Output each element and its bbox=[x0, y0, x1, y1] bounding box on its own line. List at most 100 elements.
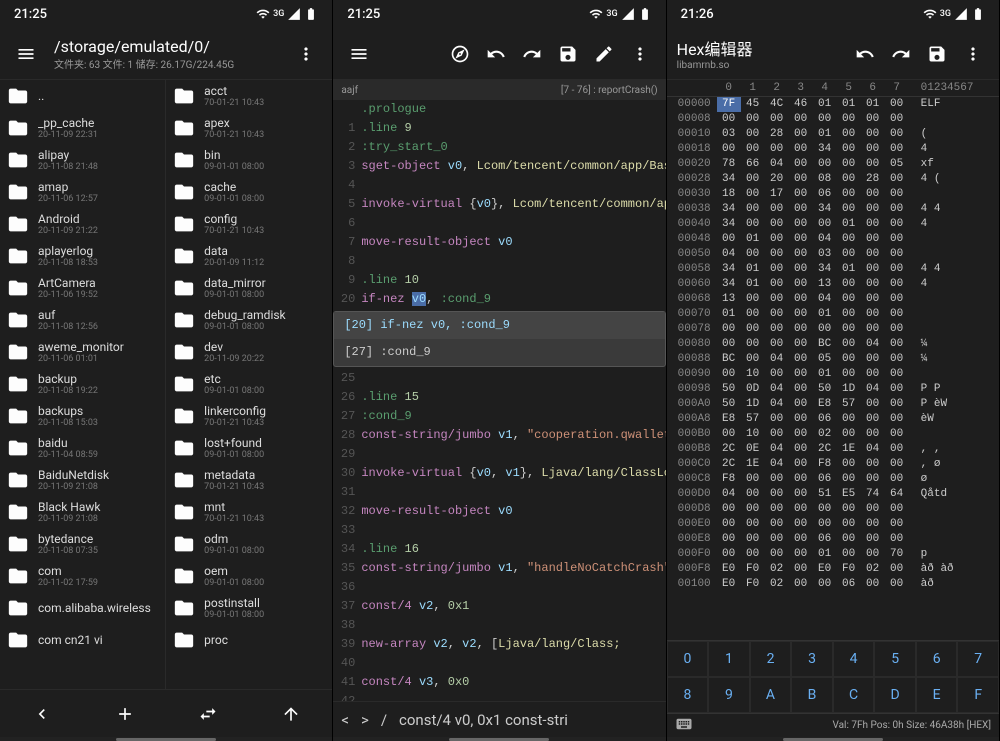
hex-ascii[interactable]: ELF bbox=[921, 97, 981, 112]
hex-byte[interactable]: 00 bbox=[789, 142, 813, 157]
hex-byte[interactable]: 00 bbox=[741, 337, 765, 352]
completion-item[interactable]: [27] :cond_9 bbox=[334, 339, 664, 366]
hex-ascii[interactable]: àð àð bbox=[921, 562, 981, 577]
hex-byte[interactable]: 00 bbox=[741, 112, 765, 127]
hex-row[interactable]: 000F8E0F00200E0F00200àð àð bbox=[667, 562, 999, 577]
hex-byte[interactable]: 34 bbox=[717, 172, 741, 187]
hex-key-D[interactable]: D bbox=[874, 677, 916, 713]
hex-body[interactable]: 000007F454C4601010100 ELF000080000000000… bbox=[667, 97, 999, 640]
hex-byte[interactable]: 00 bbox=[813, 112, 837, 127]
hex-row[interactable]: 000180000000034000000 4 bbox=[667, 142, 999, 157]
hex-ascii[interactable]: , ø bbox=[921, 457, 981, 472]
file-item[interactable]: com20-11-02 17:59 bbox=[0, 560, 165, 592]
hex-byte[interactable]: 01 bbox=[813, 367, 837, 382]
hex-ascii[interactable]: ø bbox=[921, 472, 981, 487]
hex-byte[interactable]: 17 bbox=[765, 187, 789, 202]
code-line[interactable]: 2:try_start_0 bbox=[333, 138, 665, 157]
code-line[interactable]: 25 bbox=[333, 369, 665, 388]
menu-button[interactable] bbox=[10, 38, 42, 70]
hex-byte[interactable]: 00 bbox=[813, 217, 837, 232]
file-item[interactable]: baidu20-11-04 08:59 bbox=[0, 432, 165, 464]
hex-key-6[interactable]: 6 bbox=[916, 641, 958, 677]
hex-byte[interactable]: 00 bbox=[741, 202, 765, 217]
hex-byte[interactable]: 01 bbox=[813, 97, 837, 112]
hex-byte[interactable]: 01 bbox=[837, 262, 861, 277]
hex-byte[interactable]: 00 bbox=[789, 532, 813, 547]
hex-byte[interactable]: 01 bbox=[741, 262, 765, 277]
hex-byte[interactable]: 00 bbox=[717, 322, 741, 337]
file-item[interactable]: apex70-01-21 10:43 bbox=[166, 112, 332, 144]
code-line[interactable]: 28const-string/jumbo v1, "cooperation.qw… bbox=[333, 426, 665, 445]
file-item[interactable]: lost+found09-01-01 08:00 bbox=[166, 432, 332, 464]
hex-ascii[interactable]: 4 ( bbox=[921, 172, 981, 187]
hex-row[interactable]: 000480001000004000000 bbox=[667, 232, 999, 247]
hex-byte[interactable]: 00 bbox=[861, 127, 885, 142]
hex-byte[interactable]: 04 bbox=[765, 352, 789, 367]
hex-byte[interactable]: 00 bbox=[885, 532, 909, 547]
hex-row[interactable]: 000700100000001000000 bbox=[667, 307, 999, 322]
hex-byte[interactable]: 00 bbox=[789, 112, 813, 127]
hex-byte[interactable]: 02 bbox=[765, 562, 789, 577]
hex-ascii[interactable]: P èW bbox=[921, 397, 981, 412]
file-item[interactable]: .. bbox=[0, 80, 165, 112]
hex-key-5[interactable]: 5 bbox=[874, 641, 916, 677]
save-button[interactable] bbox=[552, 38, 584, 70]
hex-ascii[interactable]: xf bbox=[921, 157, 981, 172]
hex-byte[interactable]: 00 bbox=[813, 322, 837, 337]
hex-byte[interactable]: 05 bbox=[885, 157, 909, 172]
hex-byte[interactable]: 00 bbox=[837, 517, 861, 532]
hex-byte[interactable]: 00 bbox=[861, 217, 885, 232]
hex-byte[interactable]: 00 bbox=[741, 472, 765, 487]
file-item[interactable]: Android20-11-09 21:22 bbox=[0, 208, 165, 240]
hex-byte[interactable]: 00 bbox=[861, 517, 885, 532]
file-item[interactable]: acct70-01-21 10:43 bbox=[166, 80, 332, 112]
hex-byte[interactable]: 01 bbox=[861, 97, 885, 112]
hex-ascii[interactable]: 4 bbox=[921, 142, 981, 157]
menu-button[interactable] bbox=[343, 38, 375, 70]
hex-byte[interactable]: 00 bbox=[837, 472, 861, 487]
hex-byte[interactable]: F0 bbox=[741, 562, 765, 577]
hex-ascii[interactable]: ( bbox=[921, 127, 981, 142]
file-item[interactable]: etc09-01-01 08:00 bbox=[166, 368, 332, 400]
hex-byte[interactable]: 00 bbox=[717, 517, 741, 532]
hex-byte[interactable]: 03 bbox=[717, 127, 741, 142]
hex-byte[interactable]: 00 bbox=[885, 247, 909, 262]
hex-byte[interactable]: 01 bbox=[741, 232, 765, 247]
file-item[interactable]: cache09-01-01 08:00 bbox=[166, 176, 332, 208]
hex-byte[interactable]: 00 bbox=[885, 367, 909, 382]
hex-byte[interactable]: 00 bbox=[861, 187, 885, 202]
hex-byte[interactable]: 00 bbox=[861, 352, 885, 367]
hex-byte[interactable]: 00 bbox=[741, 502, 765, 517]
overflow-button[interactable] bbox=[624, 38, 656, 70]
file-item[interactable]: BaiduNetdisk20-11-09 21:08 bbox=[0, 464, 165, 496]
hex-byte[interactable]: 00 bbox=[861, 532, 885, 547]
hex-byte[interactable]: BC bbox=[717, 352, 741, 367]
hex-row[interactable]: 000681300000004000000 bbox=[667, 292, 999, 307]
overflow-button[interactable] bbox=[957, 38, 989, 70]
file-item[interactable]: com cn21 vi bbox=[0, 624, 165, 656]
hex-ascii[interactable] bbox=[921, 247, 981, 262]
redo-button[interactable] bbox=[516, 38, 548, 70]
up-button[interactable] bbox=[249, 698, 332, 730]
code-area[interactable]: .prologue1.line 92:try_start_03sget-obje… bbox=[333, 100, 665, 701]
hex-byte[interactable]: 00 bbox=[885, 382, 909, 397]
hex-byte[interactable]: 00 bbox=[837, 322, 861, 337]
hex-byte[interactable]: 00 bbox=[885, 142, 909, 157]
hex-byte[interactable]: 00 bbox=[885, 262, 909, 277]
search-next[interactable]: > bbox=[361, 711, 369, 729]
hex-byte[interactable]: 02 bbox=[813, 427, 837, 442]
hex-byte[interactable]: E5 bbox=[837, 487, 861, 502]
hex-byte[interactable]: 06 bbox=[813, 187, 837, 202]
hex-ascii[interactable] bbox=[921, 502, 981, 517]
path-title[interactable]: /storage/emulated/0/ bbox=[54, 37, 278, 56]
hex-byte[interactable]: 00 bbox=[885, 307, 909, 322]
hex-byte[interactable]: 18 bbox=[717, 187, 741, 202]
hex-byte[interactable]: 00 bbox=[741, 532, 765, 547]
file-item[interactable]: auf20-11-08 12:56 bbox=[0, 304, 165, 336]
hex-byte[interactable]: 02 bbox=[765, 577, 789, 592]
hex-byte[interactable]: 00 bbox=[861, 292, 885, 307]
hex-byte[interactable]: 00 bbox=[861, 202, 885, 217]
search-input[interactable]: const/4 v0, 0x1 const-stri bbox=[399, 711, 658, 729]
file-item[interactable]: bin09-01-01 08:00 bbox=[166, 144, 332, 176]
hex-byte[interactable]: 00 bbox=[789, 157, 813, 172]
